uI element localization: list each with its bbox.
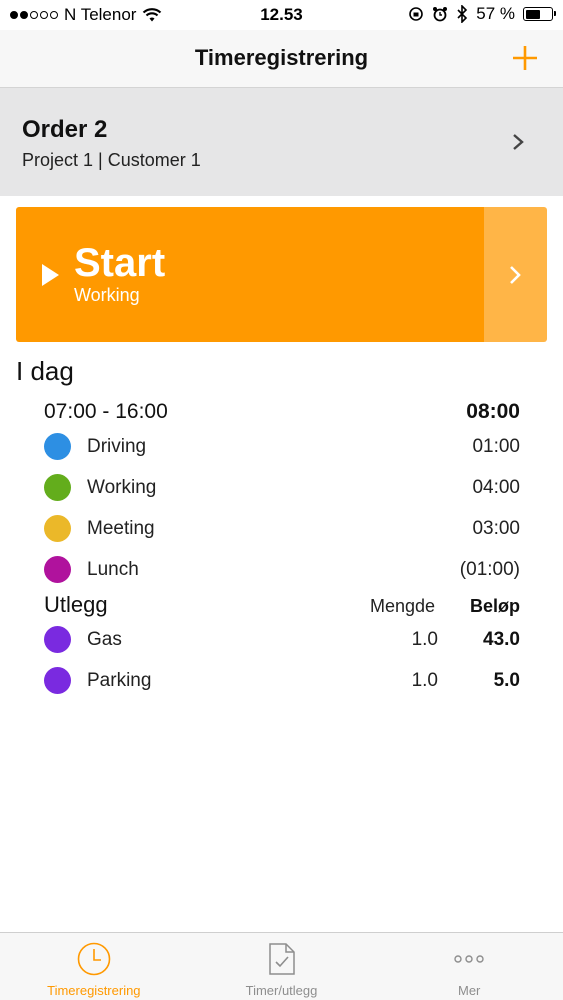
activity-time: (01:00) (459, 559, 520, 580)
expense-row-gas[interactable]: Gas 1.0 43.0 (44, 625, 520, 655)
order-title: Order 2 (22, 116, 108, 143)
start-activity: Working (74, 285, 140, 305)
today-title: I dag (16, 356, 74, 386)
time-range: 07:00 - 16:00 (44, 400, 168, 423)
start-timer-card: Start Working (16, 207, 547, 342)
expense-name: Parking (87, 670, 152, 691)
expense-quantity: 1.0 (411, 629, 438, 650)
tab-label: Timeregistrering (47, 983, 141, 998)
activity-time: 04:00 (472, 477, 520, 498)
bluetooth-icon (457, 5, 468, 23)
total-hours: 08:00 (466, 400, 520, 423)
activity-time: 01:00 (472, 436, 520, 457)
activity-name: Lunch (87, 559, 139, 580)
status-right: 57 % (408, 4, 556, 24)
expenses-title: Utlegg (44, 592, 108, 617)
tab-timer-utlegg[interactable]: Timer/utlegg (188, 933, 376, 1000)
expense-name: Gas (87, 629, 122, 650)
expense-color-dot (44, 626, 71, 653)
activity-time: 03:00 (472, 518, 520, 539)
expenses-header: Utlegg Mengde Beløp (44, 592, 520, 620)
activity-row-working[interactable]: Working 04:00 (44, 473, 520, 503)
activity-color-dot (44, 474, 71, 501)
expense-color-dot (44, 667, 71, 694)
order-header[interactable]: Order 2 Project 1 | Customer 1 (0, 88, 563, 196)
chevron-right-icon (513, 134, 524, 150)
clock-icon (77, 942, 111, 976)
amount-column-header: Beløp (469, 596, 520, 616)
activity-select-button[interactable] (484, 207, 547, 342)
navigation-bar: Timeregistrering (0, 30, 563, 88)
order-subtitle: Project 1 | Customer 1 (22, 150, 201, 170)
expense-quantity: 1.0 (411, 670, 438, 691)
battery-percent: 57 % (476, 4, 515, 23)
tab-mer[interactable]: Mer (375, 933, 563, 1000)
alarm-icon (433, 7, 448, 22)
more-dots-icon (454, 955, 484, 963)
tab-label: Timer/utlegg (245, 983, 318, 998)
activity-color-dot (44, 433, 71, 460)
chevron-right-icon (510, 266, 521, 284)
activity-row-lunch[interactable]: Lunch (01:00) (44, 555, 520, 585)
activity-color-dot (44, 515, 71, 542)
document-check-icon (268, 943, 295, 975)
add-icon[interactable] (507, 40, 543, 76)
activity-color-dot (44, 556, 71, 583)
status-bar: N Telenor 12.53 57 % (0, 0, 563, 30)
expense-row-parking[interactable]: Parking 1.0 5.0 (44, 666, 520, 696)
time-range-row[interactable]: 07:00 - 16:00 08:00 (44, 400, 520, 426)
activity-row-meeting[interactable]: Meeting 03:00 (44, 514, 520, 544)
play-icon (42, 264, 59, 286)
expense-amount: 43.0 (483, 629, 520, 650)
activity-row-driving[interactable]: Driving 01:00 (44, 432, 520, 462)
start-label: Start (74, 241, 166, 285)
quantity-column-header: Mengde (370, 596, 436, 616)
activity-name: Meeting (87, 518, 155, 539)
tab-timeregistrering[interactable]: Timeregistrering (0, 933, 188, 1000)
tab-label: Mer (457, 983, 481, 998)
activity-name: Working (87, 477, 157, 498)
rotation-lock-icon (409, 7, 424, 21)
activity-name: Driving (87, 436, 147, 457)
nav-title: Timeregistrering (194, 45, 369, 70)
start-button[interactable]: Start Working (16, 207, 484, 342)
battery-icon (523, 7, 556, 21)
expense-amount: 5.0 (493, 670, 520, 691)
tab-bar: Timeregistrering Timer/utlegg Mer (0, 932, 563, 1000)
